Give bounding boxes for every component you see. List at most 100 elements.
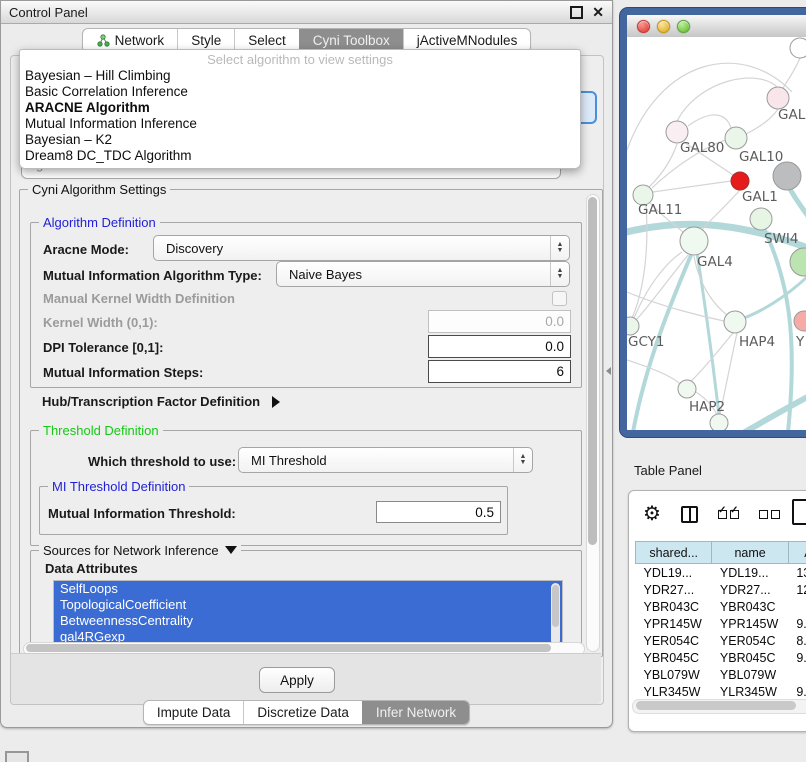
network-node[interactable] — [790, 248, 806, 276]
list-item[interactable]: SelfLoops — [54, 581, 562, 597]
column-header-shared-name[interactable]: shared... — [636, 542, 712, 564]
table-row[interactable]: YBR045CYBR045C9. — [636, 649, 806, 666]
function-builder-icon[interactable] — [792, 499, 806, 525]
close-icon[interactable]: ✕ — [592, 6, 604, 18]
table-cell[interactable] — [788, 666, 806, 683]
tab-impute-data[interactable]: Impute Data — [144, 701, 244, 724]
table-cell[interactable]: YER054C — [712, 632, 788, 649]
mi-threshold-label: Mutual Information Threshold: — [48, 506, 236, 521]
column-header-cut[interactable]: A — [788, 542, 806, 564]
table-row[interactable]: YPR145WYPR145W9. — [636, 615, 806, 632]
table-cell[interactable]: YLR345W — [712, 683, 788, 700]
table-cell[interactable]: YBR043C — [636, 598, 712, 615]
algorithm-option[interactable]: Bayesian – K2 — [25, 132, 575, 148]
network-node[interactable] — [750, 208, 772, 230]
network-node[interactable] — [724, 311, 746, 333]
table-cell[interactable]: 13 — [788, 564, 806, 582]
network-node[interactable] — [790, 38, 806, 58]
network-node[interactable] — [731, 172, 749, 190]
settings-scrollbar-thumb[interactable] — [588, 197, 597, 545]
which-threshold-combobox[interactable]: MI Threshold ▲▼ — [238, 447, 533, 473]
table-cell[interactable]: YBL079W — [636, 666, 712, 683]
table-cell[interactable]: 9. — [788, 649, 806, 666]
table-row[interactable]: YBR043CYBR043C — [636, 598, 806, 615]
table-cell[interactable]: 8. — [788, 632, 806, 649]
network-graph-icon — [96, 34, 110, 48]
table-cell[interactable]: YDL19... — [636, 564, 712, 582]
cyni-settings-title: Cyni Algorithm Settings — [28, 182, 170, 197]
table-cell[interactable]: YBR045C — [636, 649, 712, 666]
network-node[interactable] — [767, 87, 789, 109]
resize-grip[interactable] — [5, 751, 29, 762]
table-row[interactable]: YDL19...YDL19...13 — [636, 564, 806, 582]
table-cell[interactable]: YBL079W — [712, 666, 788, 683]
dpi-tolerance-field[interactable]: 0.0 — [428, 335, 571, 358]
table-cell[interactable]: 9. — [788, 615, 806, 632]
mi-type-combobox[interactable]: Naive Bayes ▲▼ — [276, 261, 570, 287]
table-hscrollbar[interactable] — [632, 699, 806, 714]
mi-steps-label: Mutual Information Steps: — [43, 365, 203, 380]
splitter-collapse-icon[interactable] — [606, 367, 611, 375]
select-all-checkboxes-icon[interactable] — [718, 510, 739, 519]
table-cell[interactable]: 12 — [788, 581, 806, 598]
attributes-scrollbar[interactable] — [551, 583, 560, 645]
mi-steps-field[interactable]: 6 — [428, 360, 571, 383]
gear-icon[interactable]: ⚙ — [643, 504, 661, 524]
table-cell[interactable]: 9. — [788, 683, 806, 700]
table-cell[interactable] — [788, 598, 806, 615]
table-cell[interactable]: YBR045C — [712, 649, 788, 666]
table-cell[interactable]: YPR145W — [712, 615, 788, 632]
list-item[interactable]: BetweennessCentrality — [54, 613, 562, 629]
network-node[interactable] — [794, 311, 806, 331]
kernel-width-field[interactable]: 0.0 — [428, 310, 571, 333]
column-header-name[interactable]: name — [712, 542, 788, 564]
attributes-scrollbar-thumb[interactable] — [552, 585, 559, 627]
node-label: GCY1 — [628, 334, 665, 350]
table-row[interactable]: YDR27...YDR27...12 — [636, 581, 806, 598]
settings-hscrollbar-thumb[interactable] — [26, 644, 551, 652]
network-canvas[interactable]: GALGAL80GAL10GAL1GAL11SWI4GAL4GCY1HAP4YH… — [627, 37, 806, 430]
dpi-tolerance-label: DPI Tolerance [0,1]: — [43, 340, 163, 355]
tab-infer-network[interactable]: Infer Network — [362, 701, 469, 724]
table-cell[interactable]: YBR043C — [712, 598, 788, 615]
tab-discretize-data[interactable]: Discretize Data — [243, 701, 362, 724]
screen: Control Panel ✕ Network Styl — [0, 0, 806, 762]
columns-icon[interactable] — [681, 506, 698, 523]
table-row[interactable]: YER054CYER054C8. — [636, 632, 806, 649]
table-cell[interactable]: YDR27... — [636, 581, 712, 598]
algorithm-option[interactable]: Dream8 DC_TDC Algorithm — [25, 148, 575, 164]
network-node[interactable] — [678, 380, 696, 398]
manual-kernel-checkbox[interactable] — [552, 291, 567, 306]
aracne-mode-combobox[interactable]: Discovery ▲▼ — [153, 235, 570, 261]
network-node[interactable] — [710, 414, 728, 432]
algorithm-option[interactable]: Bayesian – Hill Climbing — [25, 68, 575, 84]
deselect-all-checkboxes-icon[interactable] — [759, 510, 780, 519]
algorithm-option[interactable]: Basic Correlation Inference — [25, 84, 575, 100]
hub-definition-expander[interactable]: Hub/Transcription Factor Definition — [42, 394, 280, 409]
algorithm-option-selected[interactable]: ARACNE Algorithm — [25, 100, 575, 116]
network-node[interactable] — [627, 317, 639, 335]
settings-scrollbar[interactable] — [586, 194, 600, 652]
algorithm-option[interactable]: Mutual Information Inference — [25, 116, 575, 132]
table-hscrollbar-thumb[interactable] — [636, 701, 796, 710]
table-cell[interactable]: YDR27... — [712, 581, 788, 598]
zoom-traffic-light-icon[interactable] — [677, 20, 690, 33]
table-cell[interactable]: YDL19... — [712, 564, 788, 582]
minimize-traffic-light-icon[interactable] — [657, 20, 670, 33]
table-cell[interactable]: YER054C — [636, 632, 712, 649]
apply-button[interactable]: Apply — [259, 667, 335, 693]
threshold-definition-title: Threshold Definition — [39, 423, 163, 438]
table-cell[interactable]: YLR345W — [636, 683, 712, 700]
network-node[interactable] — [773, 162, 801, 190]
network-node[interactable] — [725, 127, 747, 149]
float-window-icon[interactable] — [570, 6, 583, 19]
mi-threshold-field[interactable]: 0.5 — [376, 501, 501, 523]
table-cell[interactable]: YPR145W — [636, 615, 712, 632]
sources-title-wrap[interactable]: Sources for Network Inference — [39, 543, 241, 558]
list-item[interactable]: TopologicalCoefficient — [54, 597, 562, 613]
aracne-mode-label: Aracne Mode: — [43, 242, 129, 257]
table-row[interactable]: YLR345WYLR345W9. — [636, 683, 806, 700]
network-node[interactable] — [680, 227, 708, 255]
table-row[interactable]: YBL079WYBL079W — [636, 666, 806, 683]
close-traffic-light-icon[interactable] — [637, 20, 650, 33]
